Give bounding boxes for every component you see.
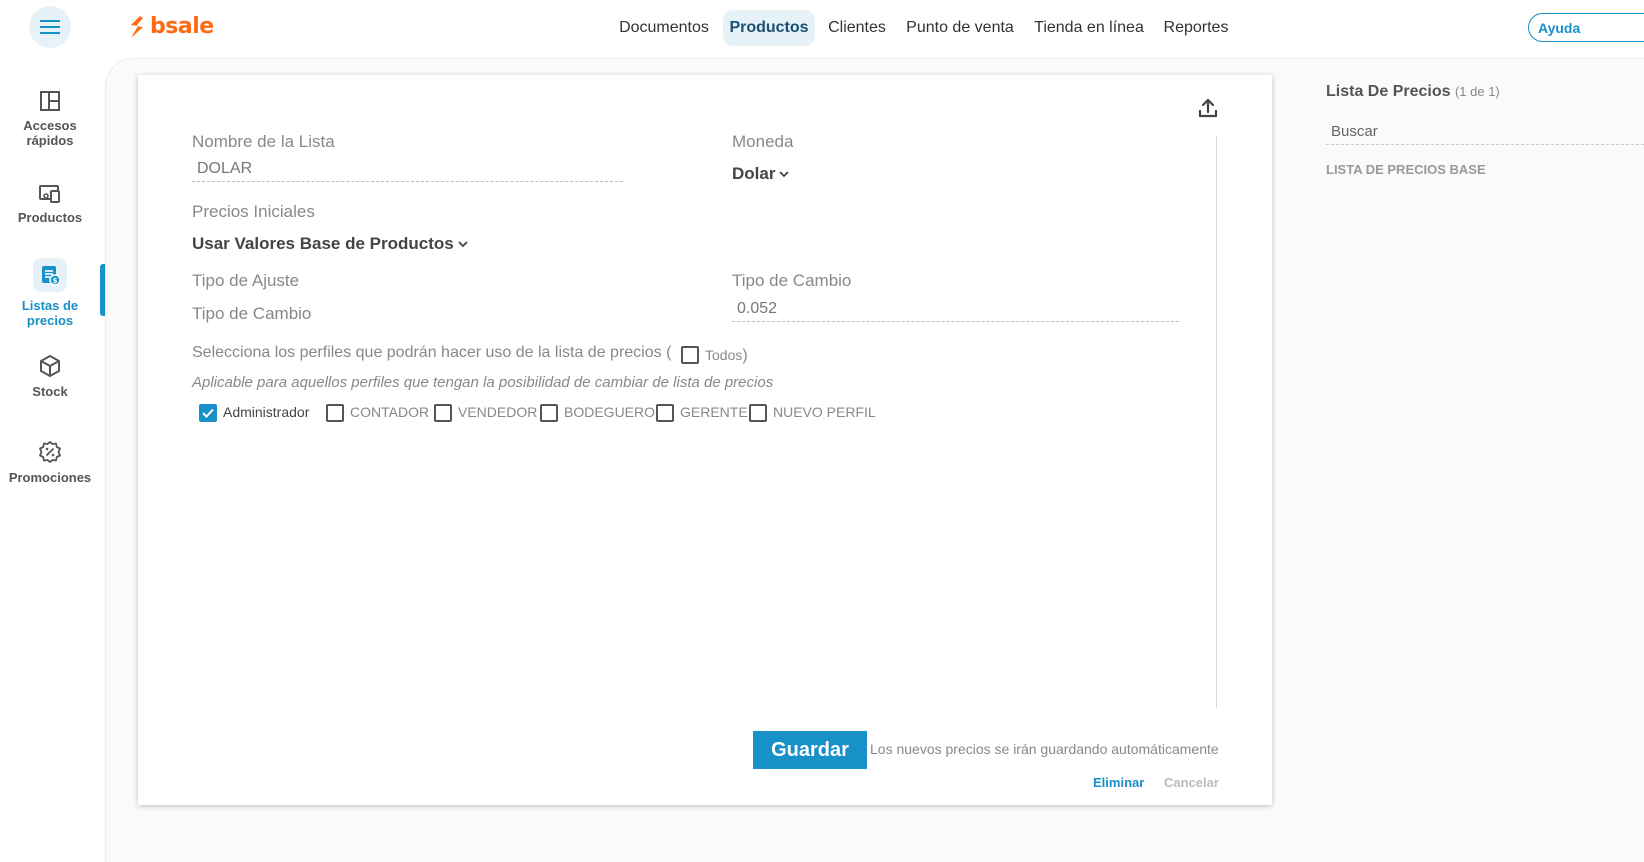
initial-prices-value: Usar Valores Base de Productos xyxy=(192,234,454,253)
active-icon-bg: $ xyxy=(33,258,67,292)
profile-label-administrador: Administrador xyxy=(223,404,310,420)
sidebar-item-promociones[interactable]: Promociones xyxy=(0,440,100,485)
nav-documentos[interactable]: Documentos xyxy=(612,10,716,46)
sidebar: Accesos rápidos Productos $ Listas de pr… xyxy=(0,58,104,861)
profile-checkbox-vendedor[interactable] xyxy=(434,404,452,422)
sidebar-item-productos[interactable]: Productos xyxy=(0,184,100,225)
list-name-label: Nombre de la Lista xyxy=(192,132,335,151)
profiles-prompt: Selecciona los perfiles que podrán hacer… xyxy=(192,344,671,362)
sidebar-item-stock[interactable]: Stock xyxy=(0,354,100,399)
help-button[interactable]: Ayuda xyxy=(1528,13,1644,42)
percent-badge-icon xyxy=(39,441,61,463)
logo-text: bsale xyxy=(150,14,214,39)
initial-prices-label: Precios Iniciales xyxy=(192,202,315,221)
price-list-item-base[interactable]: LISTA DE PRECIOS BASE xyxy=(1326,162,1486,177)
svg-text:$: $ xyxy=(53,277,58,285)
all-profiles-label: Todos) xyxy=(705,347,748,365)
cancel-link[interactable]: Cancelar xyxy=(1164,775,1219,790)
adjust-type-label: Tipo de Ajuste xyxy=(192,271,300,290)
nav-productos[interactable]: Productos xyxy=(723,10,815,46)
price-lists-title: Lista De Precios (1 de 1) xyxy=(1326,83,1500,101)
price-list-form-card xyxy=(138,75,1272,805)
currency-dropdown[interactable]: Dolar xyxy=(732,164,790,184)
chevron-down-icon xyxy=(458,241,468,248)
hamburger-icon xyxy=(40,20,60,34)
price-lists-count: (1 de 1) xyxy=(1454,84,1500,99)
currency-label: Moneda xyxy=(732,132,794,151)
sidebar-item-label: Productos xyxy=(17,210,83,225)
exchange-rate-input[interactable] xyxy=(732,300,1179,322)
sidebar-item-accesos-rapidos[interactable]: Accesos rápidos xyxy=(0,90,100,148)
sidebar-item-label: Promociones xyxy=(8,470,92,485)
sidebar-item-label: Stock xyxy=(32,384,68,399)
nav-punto-de-venta[interactable]: Punto de venta xyxy=(900,10,1020,46)
list-name-input[interactable] xyxy=(192,160,623,182)
box-icon xyxy=(40,355,60,377)
profile-label-bodeguero: BODEGUERO xyxy=(564,404,656,420)
upload-icon[interactable] xyxy=(1198,97,1218,119)
profile-label-gerente: GERENTE xyxy=(680,404,748,420)
initial-prices-dropdown[interactable]: Usar Valores Base de Productos xyxy=(192,234,468,254)
nav-clientes[interactable]: Clientes xyxy=(822,10,892,46)
save-button[interactable]: Guardar xyxy=(753,731,867,769)
profile-checkbox-gerente[interactable] xyxy=(656,404,674,422)
profile-checkbox-bodeguero[interactable] xyxy=(540,404,558,422)
profiles-prompt-text: Selecciona los perfiles que podrán hacer… xyxy=(192,344,672,361)
bsale-logo[interactable]: bsale xyxy=(128,14,214,39)
bsale-logo-icon xyxy=(131,15,143,38)
chevron-down-icon xyxy=(779,171,790,178)
nav-tienda-en-linea[interactable]: Tienda en línea xyxy=(1028,10,1150,46)
top-bar: bsale Documentos Productos Clientes Punt… xyxy=(0,0,1644,58)
price-lists-title-text: Lista De Precios xyxy=(1326,83,1451,100)
profile-label-vendedor: VENDEDOR xyxy=(458,404,538,420)
devices-icon xyxy=(39,185,60,203)
exchange-rate-label: Tipo de Cambio xyxy=(732,271,852,290)
card-divider xyxy=(1216,136,1217,708)
profile-label-nuevo-perfil: NUEVO PERFIL xyxy=(773,404,876,420)
sidebar-item-label: Accesos rápidos xyxy=(23,118,77,148)
delete-link[interactable]: Eliminar xyxy=(1093,775,1144,790)
sidebar-item-label: Listas de precios xyxy=(21,298,79,328)
price-lists-search-input[interactable] xyxy=(1326,123,1644,145)
hamburger-menu-button[interactable] xyxy=(29,6,71,48)
profile-checkbox-nuevo-perfil[interactable] xyxy=(749,404,767,422)
nav-reportes[interactable]: Reportes xyxy=(1158,10,1234,46)
exchange-type-label: Tipo de Cambio xyxy=(192,304,312,323)
price-list-icon: $ xyxy=(42,266,61,286)
profile-label-contador: CONTADOR xyxy=(350,404,430,420)
all-label-text: Todos xyxy=(705,347,743,363)
currency-value: Dolar xyxy=(732,164,776,183)
profiles-prompt-close: ) xyxy=(742,347,748,364)
layout-icon xyxy=(40,91,60,111)
autosave-note: Los nuevos precios se irán guardando aut… xyxy=(870,741,1219,757)
sidebar-item-listas-de-precios[interactable]: $ Listas de precios xyxy=(0,258,100,328)
profile-checkbox-contador[interactable] xyxy=(326,404,344,422)
profile-checkbox-administrador[interactable] xyxy=(199,404,217,422)
profiles-note: Aplicable para aquellos perfiles que ten… xyxy=(192,374,774,391)
check-icon xyxy=(202,408,214,418)
all-profiles-checkbox[interactable] xyxy=(681,346,699,364)
